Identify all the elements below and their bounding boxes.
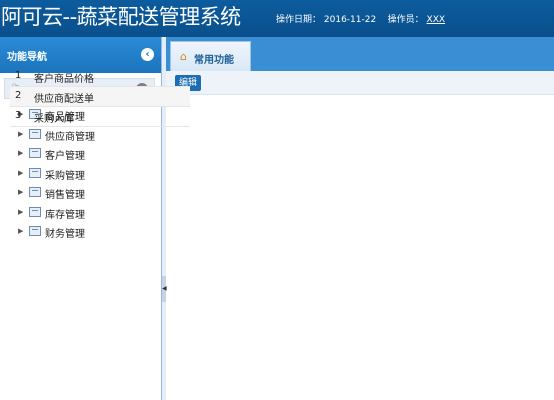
user-label: 操作员： — [387, 15, 424, 25]
row-number: 2 — [15, 90, 22, 101]
window-icon — [29, 226, 41, 236]
expand-arrow-icon[interactable]: ▶ — [18, 208, 23, 216]
tree-item-label: 财务管理 — [45, 229, 85, 240]
main-panel: ⌂ 常用功能 编辑 — [166, 37, 554, 400]
row-number: 1 — [15, 70, 22, 81]
tree-item-label: 库存管理 — [45, 209, 85, 221]
list-item[interactable]: 3 采购入库 — [10, 107, 190, 127]
row-number: 3 — [15, 110, 22, 121]
date-value: 2016-11-22 — [323, 15, 377, 25]
tree-item-sales[interactable]: ▶ 销售管理 — [18, 184, 148, 204]
home-icon: ⌂ — [180, 50, 187, 63]
tree-item-label: 销售管理 — [45, 190, 85, 201]
collapse-left-icon[interactable]: ‹ — [141, 48, 154, 61]
tree-item-label: 采购管理 — [45, 170, 85, 182]
tree-item-finance[interactable]: ▶ 财务管理 — [18, 223, 148, 243]
window-icon — [29, 167, 41, 178]
expand-arrow-icon[interactable]: ▶ — [18, 188, 23, 196]
list-item[interactable]: 1 客户商品价格 — [10, 67, 190, 87]
window-icon — [29, 187, 41, 197]
window-icon — [29, 148, 41, 158]
sidebar-title: 功能导航 — [7, 52, 47, 63]
list-item[interactable]: 2 供应商配送单 — [10, 87, 190, 107]
expand-arrow-icon[interactable]: ▶ — [18, 149, 23, 157]
toolbar: 编辑 — [166, 71, 554, 95]
tab-bar: ⌂ 常用功能 — [166, 37, 554, 71]
expand-arrow-icon[interactable]: ▶ — [18, 227, 23, 235]
header-meta: 操作日期： 2016-11-22 操作员： XXX — [276, 14, 445, 26]
app-title: 阿可云--蔬菜配送管理系统 — [1, 5, 241, 29]
user-link[interactable]: XXX — [427, 15, 446, 25]
row-label[interactable]: 采购入库 — [34, 110, 74, 125]
shortcut-list: 1 客户商品价格 2 供应商配送单 3 采购入库 — [10, 67, 190, 127]
row-label[interactable]: 客户商品价格 — [34, 70, 94, 85]
expand-arrow-icon[interactable]: ▶ — [18, 130, 23, 138]
tree-item-customers[interactable]: ▶ 客户管理 — [18, 145, 148, 165]
row-label[interactable]: 供应商配送单 — [34, 90, 94, 105]
date-label: 操作日期： — [276, 15, 322, 25]
window-icon — [29, 128, 41, 139]
tree-item-inventory[interactable]: ▶ 库存管理 — [18, 204, 148, 224]
tab-label: 常用功能 — [194, 55, 234, 66]
tree-item-label: 供应商管理 — [45, 131, 95, 143]
tree-item-label: 客户管理 — [45, 151, 85, 162]
tree-item-purchasing[interactable]: ▶ 采购管理 — [18, 165, 148, 185]
expand-arrow-icon[interactable]: ▶ — [18, 169, 23, 177]
app-header: 阿可云--蔬菜配送管理系统 操作日期： 2016-11-22 操作员： XXX — [0, 0, 554, 37]
tree-item-suppliers[interactable]: ▶ 供应商管理 — [18, 126, 148, 146]
window-icon — [29, 206, 41, 217]
